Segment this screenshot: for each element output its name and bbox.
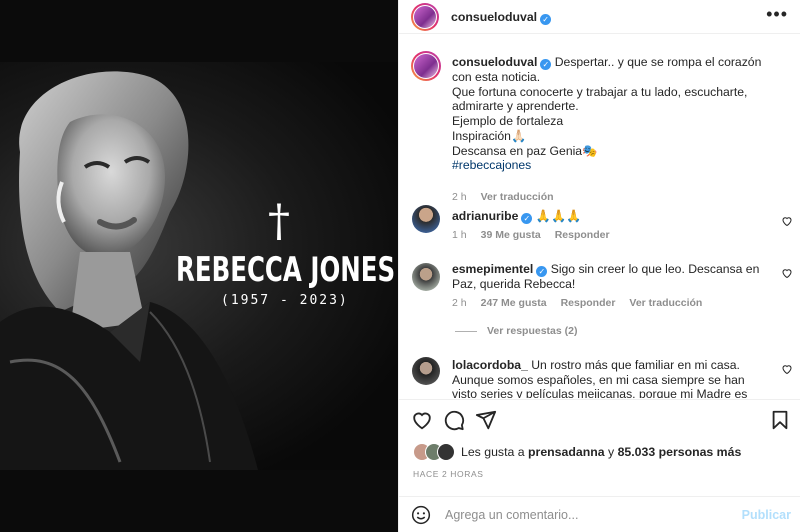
- comment-username[interactable]: adrianuribe: [452, 209, 518, 223]
- caption-line: Que fortuna conocerte y trabajar a tu la…: [452, 84, 748, 114]
- share-send-icon[interactable]: [475, 409, 497, 431]
- verified-badge-icon: ✓: [540, 59, 552, 70]
- comment-likes[interactable]: 39 Me gusta: [481, 229, 541, 241]
- author-username[interactable]: consueloduval: [451, 10, 537, 24]
- author-avatar[interactable]: [411, 3, 439, 31]
- verified-badge-icon: ✓: [521, 213, 533, 224]
- comment-username[interactable]: esmepimentel: [452, 262, 533, 276]
- caption-line: Ejemplo de fortaleza: [452, 114, 564, 129]
- author-name-row: consueloduval ✓: [451, 10, 552, 25]
- memorial-years: (1957 - 2023): [221, 293, 349, 308]
- translate-link[interactable]: Ver traducción: [481, 191, 554, 203]
- memorial-name: REBECCA JONES: [176, 250, 396, 290]
- likes-summary: Les gusta a prensadanna y 85.033 persona…: [413, 441, 741, 463]
- view-replies-button[interactable]: Ver respuestas (2): [455, 325, 577, 337]
- likes-count[interactable]: 85.033 personas más: [618, 445, 742, 459]
- comment-text: 🙏🙏🙏: [535, 209, 582, 223]
- likes-middle: y: [607, 445, 615, 459]
- post-header: consueloduval ✓ •••: [399, 0, 800, 34]
- comments-list[interactable]: consueloduval ✓ Despertar.. y que se romp…: [399, 35, 800, 398]
- post-actions: [399, 399, 800, 435]
- comment-likes[interactable]: 247 Me gusta: [481, 297, 547, 309]
- caption-line: Inspiración🙏🏻: [452, 128, 527, 143]
- comment-body: esmepimentel ✓ Sigo sin creer lo que leo.…: [452, 262, 771, 292]
- comment-avatar[interactable]: [412, 357, 440, 385]
- hashtag-link[interactable]: #rebeccajones: [452, 158, 531, 172]
- comment-time[interactable]: 1 h: [452, 229, 467, 241]
- comment-meta: 1 h 39 Me gusta Responder: [452, 229, 624, 241]
- reply-button[interactable]: Responder: [555, 229, 610, 241]
- comment-avatar[interactable]: [412, 263, 440, 291]
- comment-username[interactable]: lolacordoba_: [452, 358, 528, 372]
- caption-meta: 2 h Ver traducción: [452, 191, 568, 203]
- more-options-button[interactable]: •••: [766, 4, 788, 25]
- emoji-icon[interactable]: [411, 505, 431, 525]
- likes-prefix: Les gusta a: [461, 445, 525, 459]
- comment-body: lolacordoba_ Un rostro más que familiar …: [452, 358, 771, 398]
- translate-link[interactable]: Ver traducción: [629, 297, 702, 309]
- replies-line: [455, 330, 477, 332]
- liker-username[interactable]: prensadanna: [528, 445, 605, 459]
- add-comment-bar: Agrega un comentario... Publicar: [399, 496, 800, 532]
- like-comment-heart-icon[interactable]: [781, 215, 793, 227]
- comment-body: adrianuribe ✓ 🙏🙏🙏: [452, 209, 771, 224]
- liker-avatars[interactable]: [413, 443, 457, 461]
- like-heart-icon[interactable]: [411, 409, 433, 431]
- comment-avatar[interactable]: [412, 205, 440, 233]
- post-sidebar: consueloduval ✓ ••• consueloduval ✓ Desper…: [398, 0, 800, 532]
- verified-badge-icon: ✓: [536, 266, 548, 277]
- like-comment-heart-icon[interactable]: [781, 267, 793, 279]
- comment-input[interactable]: Agrega un comentario...: [445, 508, 578, 522]
- comment-bubble-icon[interactable]: [443, 409, 465, 431]
- post-comment-button[interactable]: Publicar: [742, 508, 791, 522]
- post-date[interactable]: HACE 2 HORAS: [413, 469, 484, 479]
- caption-body: consueloduval ✓ Despertar.. y que se romp…: [452, 55, 771, 173]
- caption-avatar[interactable]: [411, 51, 441, 81]
- verified-badge-icon: ✓: [540, 14, 552, 25]
- caption-line: Descansa en paz Genia🎭: [452, 143, 598, 158]
- post-image[interactable]: † REBECCA JONES (1957 - 2023): [0, 0, 398, 532]
- caption-username[interactable]: consueloduval: [452, 55, 537, 69]
- like-comment-heart-icon[interactable]: [781, 363, 793, 375]
- reply-button[interactable]: Responder: [561, 297, 616, 309]
- save-bookmark-icon[interactable]: [769, 409, 791, 431]
- comment-meta: 2 h 247 Me gusta Responder Ver traducción: [452, 297, 716, 309]
- liker-avatar: [437, 443, 455, 461]
- caption-time[interactable]: 2 h: [452, 191, 467, 203]
- view-replies-label: Ver respuestas (2): [487, 325, 578, 337]
- memorial-cross: †: [268, 196, 290, 247]
- comment-time[interactable]: 2 h: [452, 297, 467, 309]
